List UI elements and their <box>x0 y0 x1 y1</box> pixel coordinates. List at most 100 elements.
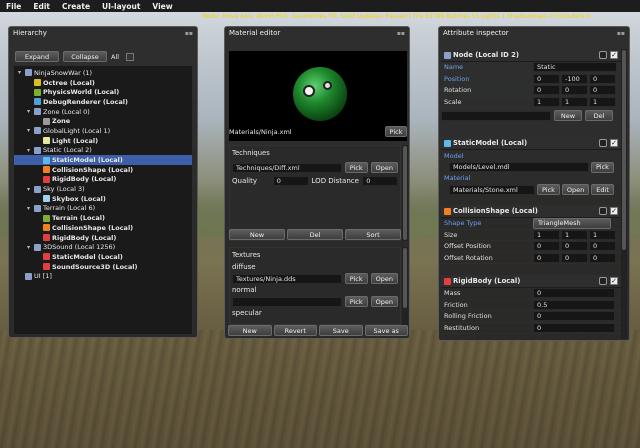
technique-path-field[interactable]: Techniques/Diff.xml <box>232 162 342 173</box>
panel-menu-icon[interactable]: ▪▪ <box>397 30 405 37</box>
offset-rotation-x-field[interactable]: 0 <box>533 253 560 264</box>
offset-position-z-field[interactable]: 0 <box>589 241 616 252</box>
tree-item[interactable]: StaticModel (Local) <box>14 252 192 262</box>
scale-z-field[interactable]: 1 <box>589 97 616 108</box>
shape-type-dropdown[interactable]: TriangleMesh <box>533 217 611 229</box>
enabled-checkbox[interactable]: ✓ <box>610 139 618 147</box>
technique-pick-button[interactable]: Pick <box>344 162 368 173</box>
tree-item[interactable]: ▾ 3DSound (Local 1256) <box>14 242 192 252</box>
tree-item[interactable]: ▾ Terrain (Local 6) <box>14 204 192 214</box>
quality-field[interactable]: 0 <box>272 176 309 186</box>
technique-del-button[interactable]: Del <box>287 229 343 240</box>
tree-item[interactable]: Zone <box>14 116 192 126</box>
reset-icon[interactable] <box>599 207 607 215</box>
material-path[interactable]: Materials/Ninja.xml <box>229 128 385 136</box>
menu-create[interactable]: Create <box>56 2 96 11</box>
panel-menu-icon[interactable]: ▪▪ <box>185 30 193 37</box>
node-del-button[interactable]: Del <box>585 110 613 122</box>
scale-y-field[interactable]: 1 <box>561 97 588 108</box>
tree-item[interactable]: ▾ NinjaSnowWar (1) <box>14 68 192 78</box>
position-x-field[interactable]: 0 <box>533 73 560 84</box>
new-variable-field[interactable] <box>441 110 551 121</box>
menu-ui-layout[interactable]: UI-layout <box>96 2 146 11</box>
size-y-field[interactable]: 1 <box>561 229 588 240</box>
tree-item[interactable]: CollisionShape (Local) <box>14 223 192 233</box>
rotation-z-field[interactable]: 0 <box>589 85 616 96</box>
name-field[interactable]: Static <box>533 62 617 73</box>
offset-position-x-field[interactable]: 0 <box>533 241 560 252</box>
material-field[interactable]: Materials/Stone.xml <box>449 184 535 195</box>
technique-scrollbar[interactable] <box>402 145 408 241</box>
diffuse-pick-button[interactable]: Pick <box>344 273 368 284</box>
tree-item[interactable]: ▾ GlobalLight (Local 1) <box>14 126 192 136</box>
normal-open-button[interactable]: Open <box>370 296 398 307</box>
tree-item[interactable]: ▾ Static (Local 2) <box>14 146 192 156</box>
tree-item[interactable]: Skybox (Local) <box>14 194 192 204</box>
expand-arrow-icon[interactable]: ▾ <box>27 108 34 115</box>
menu-file[interactable]: File <box>0 2 27 11</box>
size-x-field[interactable]: 1 <box>533 229 560 240</box>
diffuse-open-button[interactable]: Open <box>370 273 398 284</box>
rotation-x-field[interactable]: 0 <box>533 85 560 96</box>
menu-edit[interactable]: Edit <box>27 2 56 11</box>
tree-item[interactable]: RigidBody (Local) <box>14 233 192 243</box>
tree-item[interactable]: Octree (Local) <box>14 78 192 88</box>
material-editor-title-bar[interactable]: Material editor ▪▪ <box>225 27 409 39</box>
tree-item[interactable]: StaticModel (Local) <box>14 155 192 165</box>
expand-button[interactable]: Expand <box>15 51 59 62</box>
offset-rotation-y-field[interactable]: 0 <box>561 253 588 264</box>
material-new-button[interactable]: New <box>228 325 272 336</box>
size-z-field[interactable]: 1 <box>589 229 616 240</box>
material-pick-button[interactable]: Pick <box>385 126 407 137</box>
offset-position-y-field[interactable]: 0 <box>561 241 588 252</box>
technique-sort-button[interactable]: Sort <box>345 229 401 240</box>
enabled-checkbox[interactable]: ✓ <box>610 207 618 215</box>
reset-icon[interactable] <box>599 139 607 147</box>
tree-item[interactable]: ▾ Sky (Local 3) <box>14 184 192 194</box>
material-save-as-button[interactable]: Save as <box>364 325 408 336</box>
inspector-scrollbar[interactable] <box>621 49 627 339</box>
technique-open-button[interactable]: Open <box>370 162 398 173</box>
material-open-button[interactable]: Open <box>561 184 590 196</box>
enabled-checkbox[interactable]: ✓ <box>610 51 618 59</box>
restitution-field[interactable]: 0 <box>533 323 615 334</box>
scale-x-field[interactable]: 1 <box>533 97 560 108</box>
tree-item[interactable]: SoundSource3D (Local) <box>14 262 192 272</box>
panel-menu-icon[interactable]: ▪▪ <box>617 30 625 37</box>
enabled-checkbox[interactable]: ✓ <box>610 277 618 285</box>
all-checkbox[interactable] <box>126 52 135 61</box>
reset-icon[interactable] <box>599 277 607 285</box>
expand-arrow-icon[interactable]: ▾ <box>27 186 34 193</box>
attribute-inspector-title-bar[interactable]: Attribute inspector ▪▪ <box>439 27 629 39</box>
expand-arrow-icon[interactable]: ▾ <box>27 205 34 212</box>
reset-icon[interactable] <box>599 51 607 59</box>
expand-arrow-icon[interactable]: ▾ <box>27 244 34 251</box>
hierarchy-title-bar[interactable]: Hierarchy ▪▪ <box>9 27 197 39</box>
node-new-button[interactable]: New <box>554 110 582 122</box>
model-field[interactable]: Models/Level.mdl <box>449 162 589 173</box>
material-save-button[interactable]: Save <box>319 325 363 336</box>
expand-arrow-icon[interactable]: ▾ <box>27 147 34 154</box>
tree-item[interactable]: PhysicsWorld (Local) <box>14 87 192 97</box>
position-y-field[interactable]: -100 <box>561 73 588 84</box>
material-pick-button[interactable]: Pick <box>537 184 560 196</box>
textures-scrollbar[interactable] <box>402 247 408 325</box>
rolling-friction-field[interactable]: 0 <box>533 311 615 322</box>
friction-field[interactable]: 0.5 <box>533 299 615 310</box>
tree-item[interactable]: Light (Local) <box>14 136 192 146</box>
technique-new-button[interactable]: New <box>229 229 285 240</box>
tree-item[interactable]: UI [1] <box>14 271 192 281</box>
normal-pick-button[interactable]: Pick <box>344 296 368 307</box>
tree-item[interactable]: ▾ Zone (Local 0) <box>14 107 192 117</box>
tree-item[interactable]: RigidBody (Local) <box>14 175 192 185</box>
lod-distance-field[interactable]: 0 <box>362 176 398 186</box>
mass-field[interactable]: 0 <box>533 288 615 299</box>
expand-arrow-icon[interactable]: ▾ <box>27 127 34 134</box>
rotation-y-field[interactable]: 0 <box>561 85 588 96</box>
expand-arrow-icon[interactable]: ▾ <box>18 69 25 76</box>
position-z-field[interactable]: 0 <box>589 73 616 84</box>
collapse-button[interactable]: Collapse <box>63 51 107 62</box>
material-revert-button[interactable]: Revert <box>273 325 317 336</box>
tree-item[interactable]: DebugRenderer (Local) <box>14 97 192 107</box>
model-pick-button[interactable]: Pick <box>591 161 614 173</box>
